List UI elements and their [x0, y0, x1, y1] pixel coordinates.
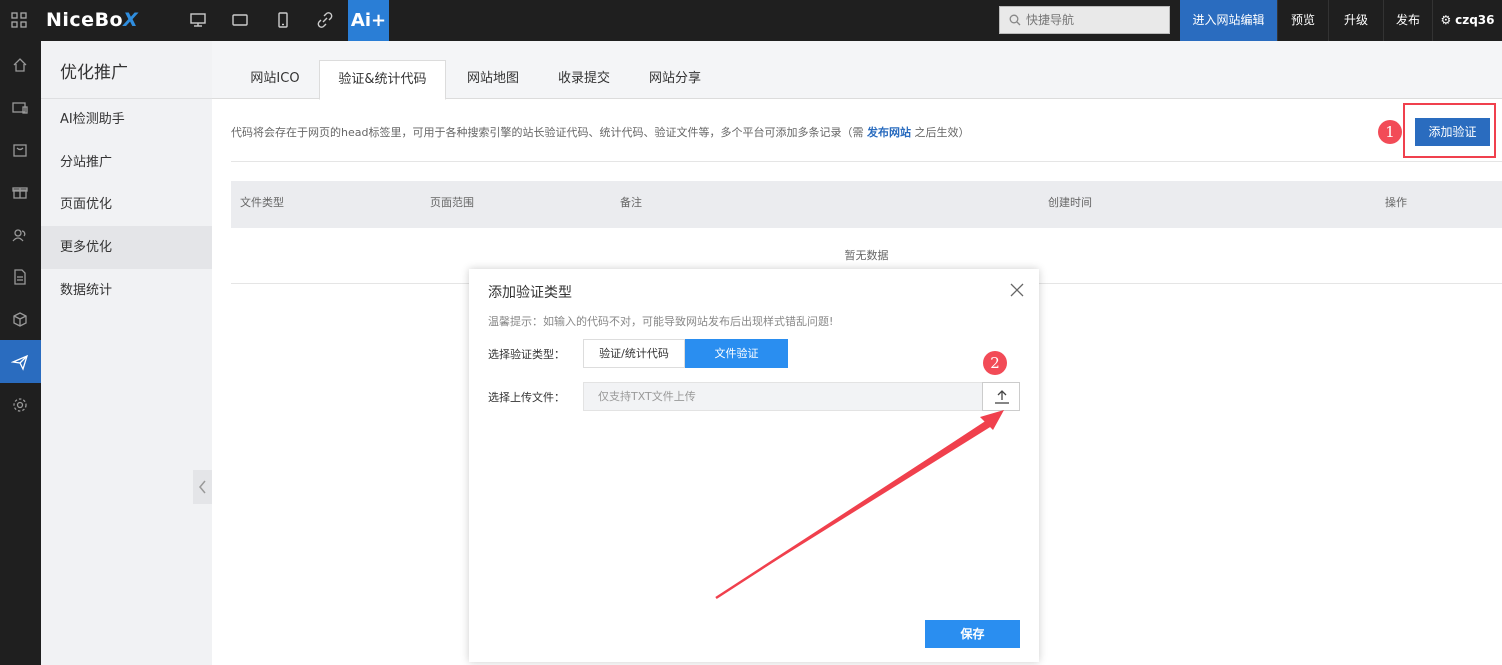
app-grid-icon[interactable] [10, 11, 28, 29]
sidebar-item-substation[interactable]: 分站推广 [41, 141, 212, 184]
close-icon[interactable] [1009, 282, 1025, 298]
file-path-field[interactable]: 仅支持TXT文件上传 [583, 382, 983, 411]
left-rail [0, 41, 41, 665]
secondary-sidebar: 优化推广 AI检测助手 分站推广 页面优化 更多优化 数据统计 [41, 41, 212, 665]
bag-icon[interactable] [11, 141, 29, 159]
quick-nav-search[interactable] [999, 6, 1170, 34]
nicebox-logo[interactable]: NiceBoX [46, 9, 138, 31]
user-menu[interactable]: ⚙ czq36 [1432, 0, 1502, 41]
home-icon[interactable] [11, 56, 29, 74]
column-header: 备注 [620, 196, 642, 209]
preview-button[interactable]: 预览 [1277, 0, 1328, 41]
upload-label: 选择上传文件： [488, 391, 565, 404]
upload-button[interactable] [982, 382, 1020, 411]
link-icon[interactable] [316, 11, 334, 29]
sidebar-item-more-optimization[interactable]: 更多优化 [41, 226, 212, 269]
dialog-title: 添加验证类型 [488, 285, 572, 301]
ai-button[interactable]: Ai+ [348, 0, 389, 41]
mobile-icon[interactable] [274, 11, 292, 29]
desktop-icon[interactable] [189, 11, 207, 29]
document-icon[interactable] [11, 268, 29, 286]
sidebar-item-statistics[interactable]: 数据统计 [41, 269, 212, 312]
tab-sitemap[interactable]: 网站地图 [446, 60, 540, 100]
step-badge-1: 1 [1378, 120, 1402, 144]
upgrade-button[interactable]: 升级 [1328, 0, 1383, 41]
table-header: 文件类型 页面范围 备注 创建时间 操作 [231, 181, 1502, 228]
send-icon[interactable] [11, 353, 29, 371]
tab-verify-code[interactable]: 验证&统计代码 [319, 60, 446, 100]
publish-site-link[interactable]: 发布网站 [867, 126, 911, 139]
divider [231, 161, 1502, 162]
column-header: 创建时间 [1048, 196, 1092, 209]
type-label: 选择验证类型： [488, 348, 565, 361]
cube-icon[interactable] [11, 311, 29, 329]
column-header: 文件类型 [240, 196, 284, 209]
sidebar-item-ai-assistant[interactable]: AI检测助手 [41, 98, 212, 141]
save-button[interactable]: 保存 [925, 620, 1020, 648]
username: czq36 [1455, 13, 1495, 27]
add-verification-button[interactable]: 添加验证 [1415, 118, 1490, 146]
column-header: 操作 [1385, 196, 1407, 209]
column-header: 页面范围 [430, 196, 474, 209]
sidebar-title: 优化推广 [60, 63, 128, 83]
tab-bar: 网站ICO 验证&统计代码 网站地图 收录提交 网站分享 [212, 41, 1502, 100]
top-bar: NiceBoX Ai+ 进入网站编辑 预览 升级 发布 ⚙ czq36 [0, 0, 1502, 41]
tablet-icon[interactable] [231, 11, 249, 29]
gift-icon[interactable] [11, 183, 29, 201]
tab-index-submit[interactable]: 收录提交 [540, 60, 628, 100]
publish-button[interactable]: 发布 [1383, 0, 1432, 41]
upload-icon [995, 390, 1009, 404]
tab-site-share[interactable]: 网站分享 [628, 60, 722, 100]
sidebar-item-page-optimization[interactable]: 页面优化 [41, 183, 212, 226]
type-option-code[interactable]: 验证/统计代码 [583, 339, 685, 368]
monitor-icon[interactable] [11, 99, 29, 117]
search-input[interactable] [1026, 11, 1164, 29]
add-verification-dialog: 添加验证类型 温馨提示：如输入的代码不对，可能导致网站发布后出现样式错乱问题! … [469, 269, 1039, 662]
step-badge-2: 2 [983, 351, 1007, 375]
type-option-file[interactable]: 文件验证 [685, 339, 788, 368]
sidebar-collapse-button[interactable] [193, 470, 212, 504]
tab-site-ico[interactable]: 网站ICO [231, 60, 319, 100]
info-text: 代码将会存在于网页的head标签里，可用于各种搜索引擎的站长验证代码、统计代码、… [231, 126, 970, 139]
gear-icon: ⚙ [1440, 13, 1452, 27]
search-icon [1009, 14, 1021, 26]
users-icon[interactable] [11, 226, 29, 244]
enter-site-editor-button[interactable]: 进入网站编辑 [1180, 0, 1277, 41]
settings-icon[interactable] [11, 396, 29, 414]
warning-tip: 温馨提示：如输入的代码不对，可能导致网站发布后出现样式错乱问题! [488, 315, 834, 328]
chevron-left-icon [199, 480, 206, 494]
